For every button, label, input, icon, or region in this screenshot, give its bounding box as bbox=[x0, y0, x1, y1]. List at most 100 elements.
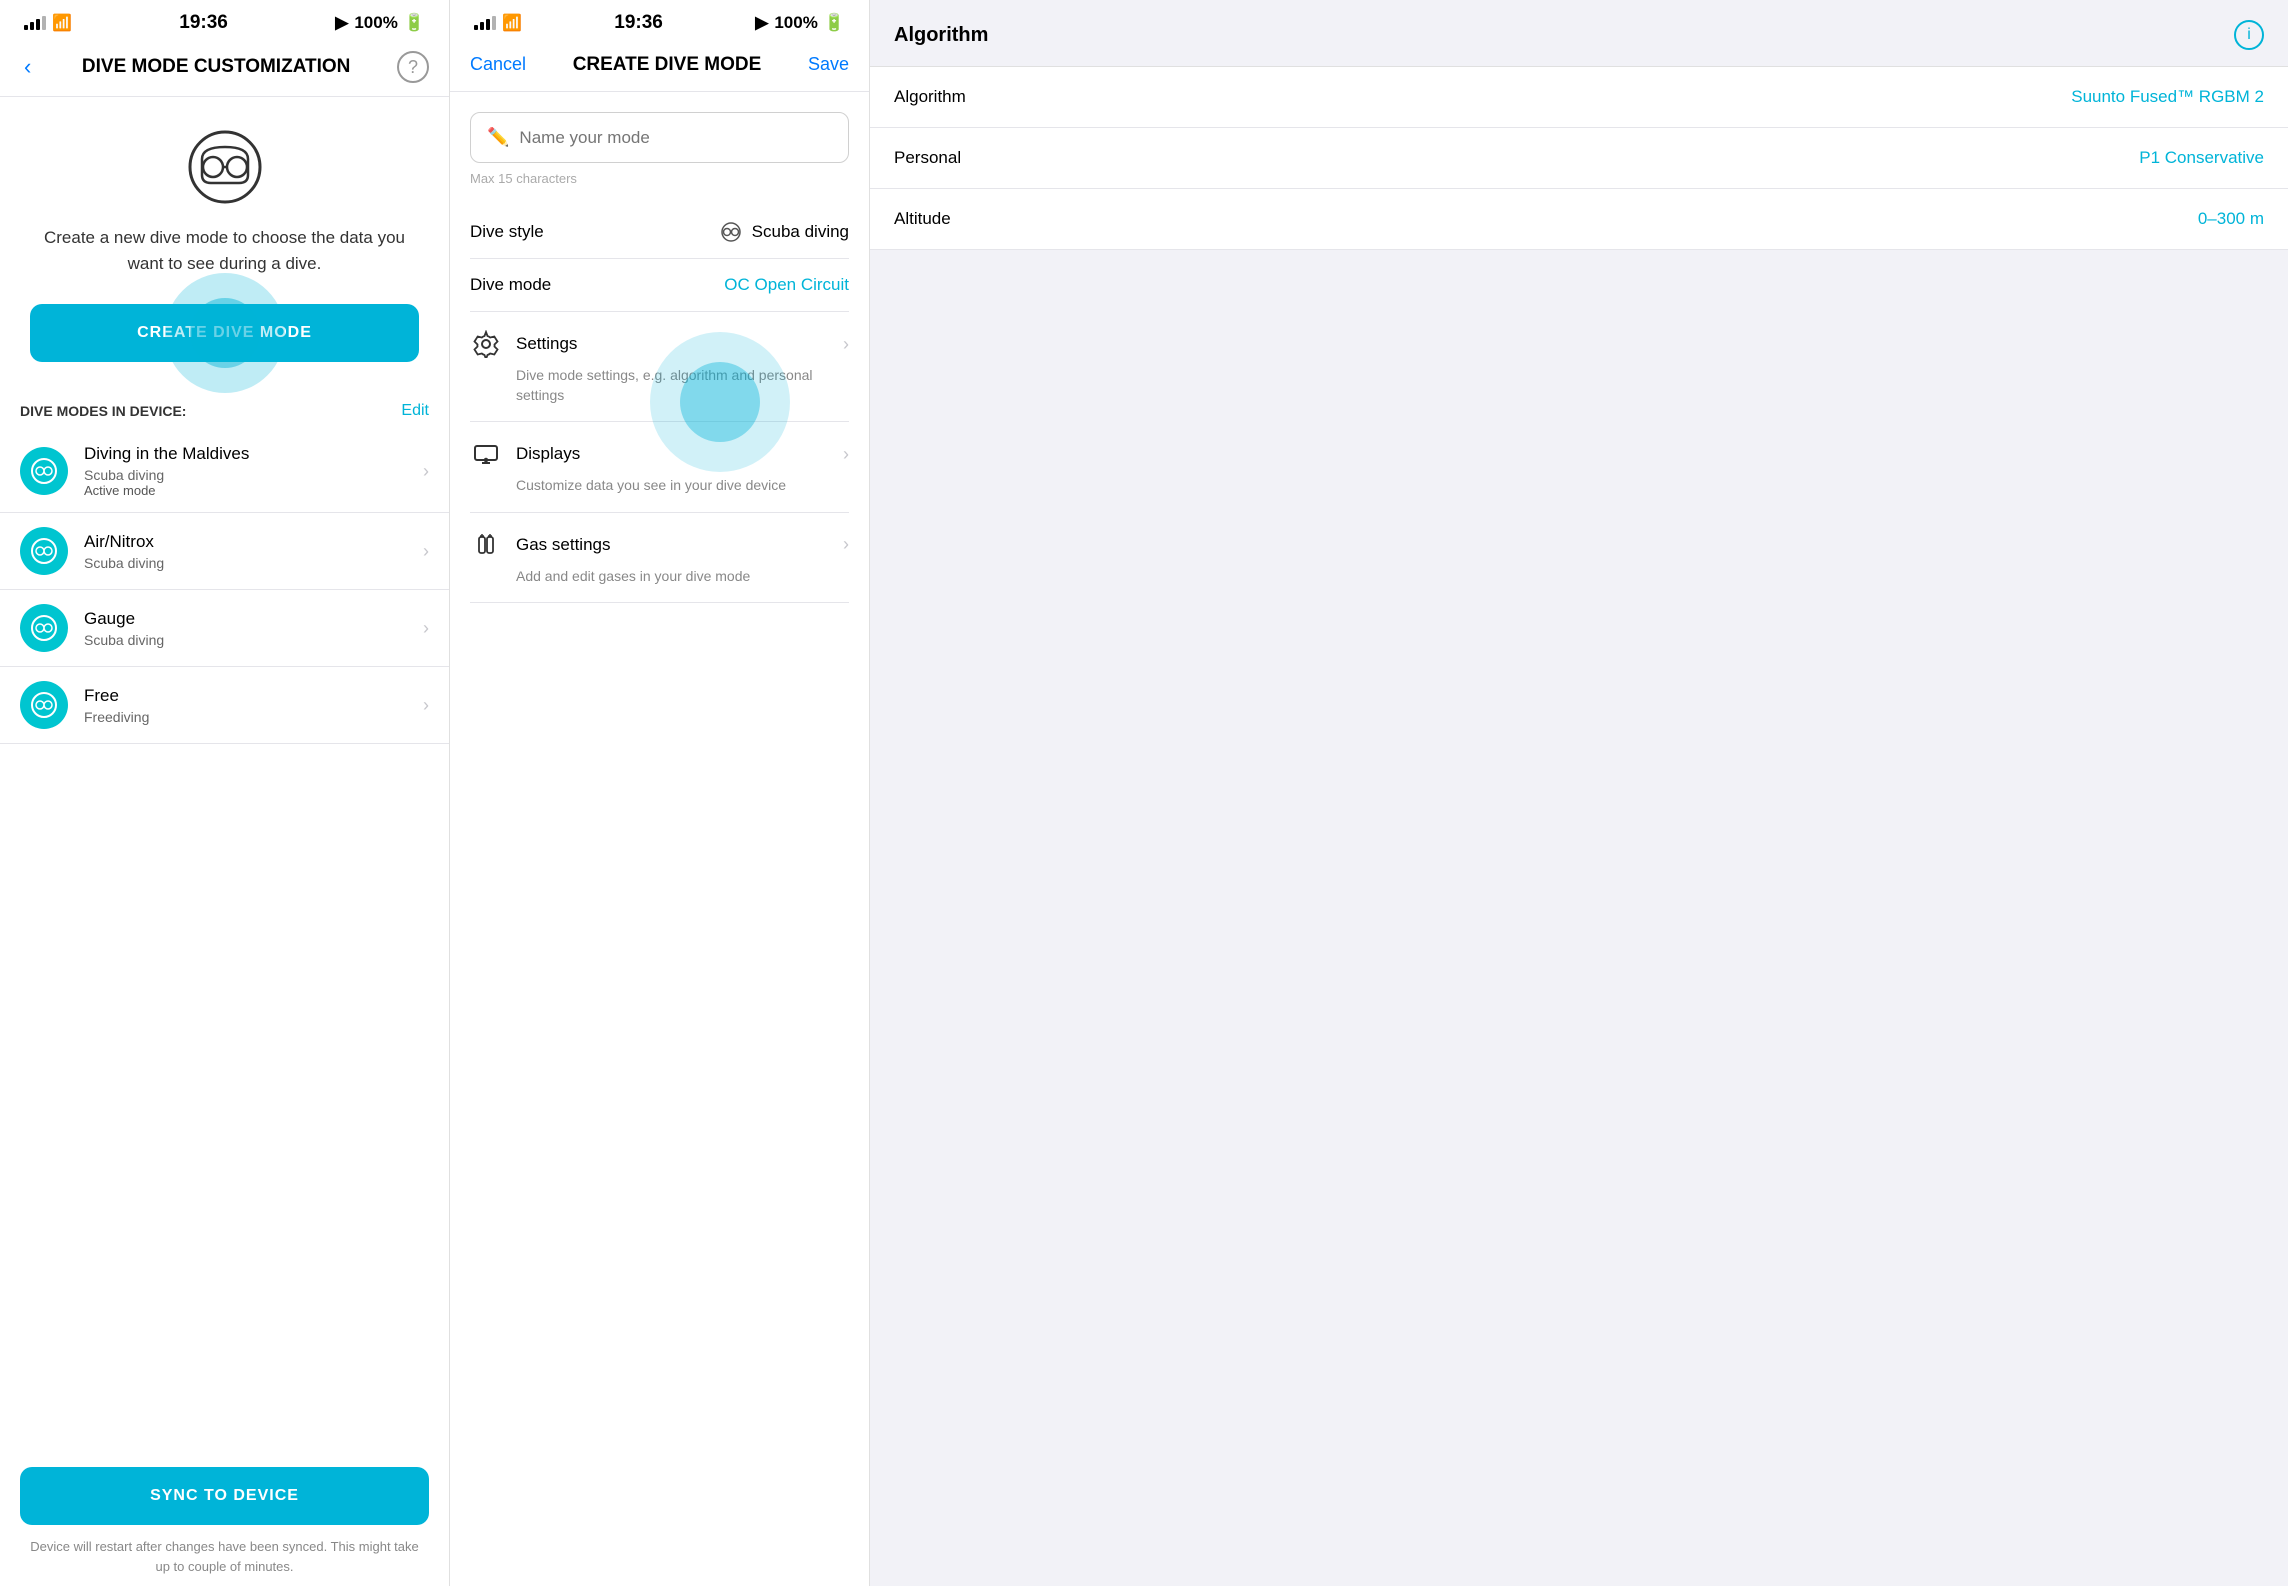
gas-settings-description: Add and edit gases in your dive mode bbox=[470, 567, 849, 587]
chevron-gas: › bbox=[843, 534, 849, 555]
dive-mode-item-maldives[interactable]: Diving in the Maldives Scuba diving Acti… bbox=[0, 430, 449, 513]
algorithm-content: Algorithm Suunto Fused™ RGBM 2 Personal … bbox=[870, 67, 2288, 250]
dive-modes-header: DIVE MODES IN DEVICE: Edit bbox=[0, 386, 449, 430]
back-button[interactable]: ‹ bbox=[20, 50, 35, 84]
dive-mode-row[interactable]: Dive mode OC Open Circuit bbox=[470, 259, 849, 312]
settings-title: Settings bbox=[516, 334, 577, 354]
name-input-wrapper: ✏️ bbox=[470, 112, 849, 163]
panel-create-dive-mode: 📶 19:36 ▶ 100% 🔋 Cancel CREATE DIVE MODE… bbox=[450, 0, 870, 1586]
displays-description: Customize data you see in your dive devi… bbox=[470, 476, 849, 496]
chevron-icon-nitrox: › bbox=[423, 541, 429, 562]
nav-bar-2: Cancel CREATE DIVE MODE Save bbox=[450, 42, 869, 92]
dive-mode-avatar-free bbox=[20, 681, 68, 729]
dive-mode-sub-maldives: Scuba diving bbox=[84, 467, 423, 483]
battery-label-2: 100% bbox=[774, 13, 817, 33]
displays-menu-item[interactable]: Displays › Customize data you see in you… bbox=[470, 422, 849, 513]
gas-icon bbox=[470, 529, 502, 561]
nav-bar-1: ‹ DIVE MODE CUSTOMIZATION ? bbox=[0, 42, 449, 97]
create-description: Create a new dive mode to choose the dat… bbox=[30, 225, 419, 276]
scuba-icon-gauge bbox=[30, 614, 58, 642]
settings-header: Settings › bbox=[470, 328, 849, 360]
dive-modes-label: DIVE MODES IN DEVICE: bbox=[20, 403, 186, 419]
gear-icon bbox=[470, 328, 502, 360]
algorithm-row-label-altitude: Altitude bbox=[894, 209, 951, 229]
battery-icon-1: 🔋 bbox=[404, 13, 425, 33]
chevron-displays: › bbox=[843, 444, 849, 465]
settings-menu-item[interactable]: Settings › Dive mode settings, e.g. algo… bbox=[470, 312, 849, 422]
gas-settings-left: Gas settings bbox=[470, 529, 611, 561]
sync-to-device-button[interactable]: SYNC TO DEVICE bbox=[20, 1467, 429, 1525]
algorithm-row-value-altitude: 0–300 m bbox=[2198, 209, 2264, 229]
dive-mode-item-nitrox[interactable]: Air/Nitrox Scuba diving › bbox=[0, 513, 449, 590]
dive-mode-info-gauge: Gauge Scuba diving bbox=[84, 609, 423, 648]
dive-mode-active-maldives: Active mode bbox=[84, 483, 423, 498]
displays-header: Displays › bbox=[470, 438, 849, 470]
algorithm-title: Algorithm bbox=[894, 24, 988, 47]
dive-mode-label: Dive mode bbox=[470, 275, 551, 295]
dive-style-label: Dive style bbox=[470, 222, 544, 242]
page-title-1: DIVE MODE CUSTOMIZATION bbox=[82, 56, 350, 78]
sync-section: SYNC TO DEVICE Device will restart after… bbox=[0, 1443, 449, 1586]
create-dive-mode-button[interactable]: CREATE DIVE MODE bbox=[30, 304, 419, 362]
settings-description: Dive mode settings, e.g. algorithm and p… bbox=[470, 366, 849, 405]
status-right-1: ▶ 100% 🔋 bbox=[335, 13, 425, 33]
dive-mode-sub-free: Freediving bbox=[84, 709, 423, 725]
bluetooth-icon-2: ▶ bbox=[755, 13, 768, 33]
dive-mode-info-nitrox: Air/Nitrox Scuba diving bbox=[84, 532, 423, 571]
display-icon bbox=[470, 438, 502, 470]
dive-modes-list: Diving in the Maldives Scuba diving Acti… bbox=[0, 430, 449, 1443]
dive-mode-avatar-gauge bbox=[20, 604, 68, 652]
time-display-1: 19:36 bbox=[179, 12, 228, 34]
signal-icon bbox=[24, 16, 46, 30]
dive-mask-icon bbox=[185, 127, 265, 207]
chevron-icon-gauge: › bbox=[423, 618, 429, 639]
signal-icon-2 bbox=[474, 16, 496, 30]
scuba-style-icon bbox=[718, 222, 744, 242]
dive-style-value-text: Scuba diving bbox=[752, 222, 849, 242]
dive-mode-avatar-maldives bbox=[20, 447, 68, 495]
time-display-2: 19:36 bbox=[614, 12, 663, 34]
algorithm-row-label-personal: Personal bbox=[894, 148, 961, 168]
dive-mode-name-gauge: Gauge bbox=[84, 609, 423, 629]
gas-settings-header: Gas settings › bbox=[470, 529, 849, 561]
algorithm-row-label-algorithm: Algorithm bbox=[894, 87, 966, 107]
mode-name-input[interactable] bbox=[519, 128, 832, 148]
algorithm-row-value-personal: P1 Conservative bbox=[2139, 148, 2264, 168]
gas-settings-menu-item[interactable]: Gas settings › Add and edit gases in you… bbox=[470, 513, 849, 604]
algorithm-row-value-algorithm: Suunto Fused™ RGBM 2 bbox=[2071, 87, 2264, 107]
chevron-icon-maldives: › bbox=[423, 461, 429, 482]
wifi-icon-2: 📶 bbox=[502, 13, 522, 33]
wifi-icon: 📶 bbox=[52, 13, 72, 33]
dive-mode-name-free: Free bbox=[84, 686, 423, 706]
algorithm-row-personal[interactable]: Personal P1 Conservative bbox=[870, 128, 2288, 189]
algorithm-row-altitude[interactable]: Altitude 0–300 m bbox=[870, 189, 2288, 250]
status-bar-2: 📶 19:36 ▶ 100% 🔋 bbox=[450, 0, 869, 42]
chevron-icon-free: › bbox=[423, 695, 429, 716]
info-button[interactable]: i bbox=[2234, 20, 2264, 50]
status-left-1: 📶 bbox=[24, 13, 72, 33]
algorithm-row-algorithm[interactable]: Algorithm Suunto Fused™ RGBM 2 bbox=[870, 67, 2288, 128]
save-button[interactable]: Save bbox=[808, 50, 849, 79]
help-button[interactable]: ? bbox=[397, 51, 429, 83]
panel-dive-mode-customization: 📶 19:36 ▶ 100% 🔋 ‹ DIVE MODE CUSTOMIZATI… bbox=[0, 0, 450, 1586]
algorithm-header: Algorithm i bbox=[870, 0, 2288, 67]
status-bar-1: 📶 19:36 ▶ 100% 🔋 bbox=[0, 0, 449, 42]
dive-mode-name-nitrox: Air/Nitrox bbox=[84, 532, 423, 552]
dive-mode-info-maldives: Diving in the Maldives Scuba diving Acti… bbox=[84, 444, 423, 498]
dive-mode-avatar-nitrox bbox=[20, 527, 68, 575]
bluetooth-icon: ▶ bbox=[335, 13, 348, 33]
dive-mode-item-gauge[interactable]: Gauge Scuba diving › bbox=[0, 590, 449, 667]
dive-mode-info-free: Free Freediving bbox=[84, 686, 423, 725]
status-left-2: 📶 bbox=[474, 13, 522, 33]
scuba-icon-free bbox=[30, 691, 58, 719]
dive-style-row[interactable]: Dive style Scuba diving bbox=[470, 206, 849, 259]
create-mode-content: ✏️ Max 15 characters Dive style Scuba di… bbox=[450, 92, 869, 1586]
sync-note: Device will restart after changes have b… bbox=[20, 1537, 429, 1576]
battery-icon-2: 🔋 bbox=[824, 13, 845, 33]
cancel-button[interactable]: Cancel bbox=[470, 50, 526, 79]
scuba-icon-maldives bbox=[30, 457, 58, 485]
displays-title: Displays bbox=[516, 444, 580, 464]
dive-mode-item-free[interactable]: Free Freediving › bbox=[0, 667, 449, 744]
edit-button[interactable]: Edit bbox=[401, 402, 429, 420]
dive-mode-sub-nitrox: Scuba diving bbox=[84, 555, 423, 571]
